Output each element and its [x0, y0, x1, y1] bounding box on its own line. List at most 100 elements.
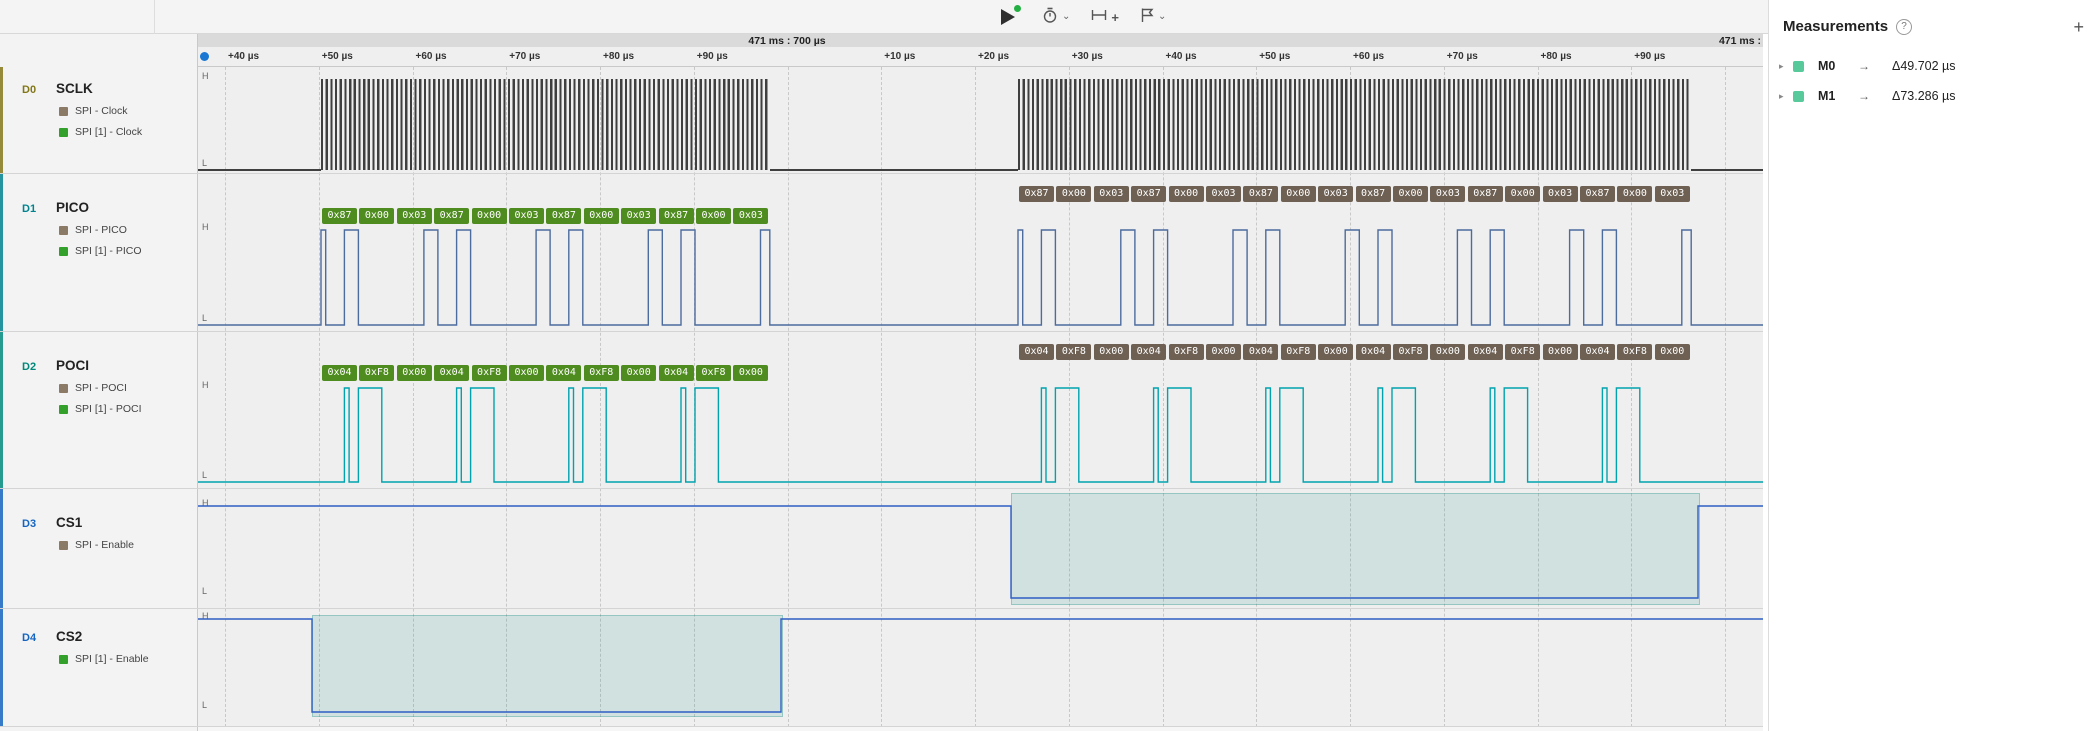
spi-byte-annotation[interactable]: 0x87	[1019, 186, 1054, 202]
spi-byte-annotation[interactable]: 0x00	[696, 208, 731, 224]
spi-byte-annotation[interactable]: 0x03	[733, 208, 768, 224]
idle-low-line	[198, 169, 321, 171]
help-icon[interactable]: ?	[1896, 19, 1912, 35]
analyzer-legend-item[interactable]: SPI - POCI	[59, 382, 198, 394]
analyzer-legend-item[interactable]: SPI [1] - PICO	[59, 245, 198, 257]
spi-byte-annotation[interactable]: 0x87	[1243, 186, 1278, 202]
channel-label-cs1[interactable]: D3CS1SPI - Enable	[0, 489, 198, 609]
analyzer-legend-label: SPI [1] - Enable	[75, 653, 149, 665]
channel-header: D4CS2	[0, 609, 198, 644]
spi-byte-annotation[interactable]: 0x00	[359, 208, 394, 224]
spi-byte-annotation[interactable]: 0x04	[1019, 344, 1054, 360]
analyzer-legend-item[interactable]: SPI - PICO	[59, 224, 198, 236]
channel-label-sclk[interactable]: D0SCLKSPI - ClockSPI [1] - Clock	[0, 67, 198, 174]
timeline-absolute-label-right: 471 ms :	[1719, 35, 1761, 47]
spi-byte-annotation[interactable]: 0x03	[1430, 186, 1465, 202]
spi-byte-annotation[interactable]: 0x03	[1318, 186, 1353, 202]
horizontal-scrollbar-track[interactable]	[198, 727, 1763, 731]
analyzer-legend-item[interactable]: SPI - Enable	[59, 539, 198, 551]
waveform-row-cs1[interactable]: HL	[198, 489, 1763, 609]
capture-settings-control[interactable]: ⌄	[1041, 6, 1070, 29]
spi-byte-annotation[interactable]: 0x03	[1655, 186, 1690, 202]
spi-byte-annotation[interactable]: 0x87	[546, 208, 581, 224]
spi-byte-annotation[interactable]: 0x04	[1356, 344, 1391, 360]
channel-label-cs2[interactable]: D4CS2 SPI [1] - Enable	[0, 609, 198, 727]
spi-byte-annotation[interactable]: 0x87	[1468, 186, 1503, 202]
spi-byte-annotation[interactable]: 0x00	[1169, 186, 1204, 202]
spi-byte-annotation[interactable]: 0x04	[434, 365, 469, 381]
spi-byte-annotation[interactable]: 0x00	[1393, 186, 1428, 202]
spi-byte-annotation[interactable]: 0x00	[509, 365, 544, 381]
spi-byte-annotation[interactable]: 0x87	[1131, 186, 1166, 202]
spi-byte-annotation[interactable]: 0x00	[1281, 186, 1316, 202]
timeline-tick-label: +80 µs	[603, 51, 634, 62]
channel-label-poci[interactable]: D2POCISPI - POCISPI [1] - POCI	[0, 332, 198, 489]
measurement-color-swatch	[1793, 91, 1804, 102]
spi-byte-annotation[interactable]: 0x00	[584, 208, 619, 224]
spi-byte-annotation[interactable]: 0x00	[397, 365, 432, 381]
measurement-row-m0[interactable]: ▸ M0 → Δ49.702 µs	[1769, 51, 2100, 81]
waveform-row-poci[interactable]: HL0x040xF80x000x040xF80x000x040xF80x000x…	[198, 332, 1763, 489]
timeline-ruler[interactable]: 471 ms : 700 µs 471 ms : +40 µs+50 µs+60…	[198, 34, 1763, 67]
spi-byte-annotation[interactable]: 0x00	[1617, 186, 1652, 202]
spi-byte-annotation[interactable]: 0xF8	[472, 365, 507, 381]
spi-byte-annotation[interactable]: 0x87	[322, 208, 357, 224]
spi-byte-annotation[interactable]: 0x03	[1206, 186, 1241, 202]
chevron-down-icon: ⌄	[1158, 12, 1166, 22]
annotation-flag-control[interactable]: ⌄	[1139, 6, 1166, 29]
spi-byte-annotation[interactable]: 0x04	[546, 365, 581, 381]
spi-byte-annotation[interactable]: 0x04	[322, 365, 357, 381]
spi-byte-annotation[interactable]: 0xF8	[1617, 344, 1652, 360]
spi-byte-annotation[interactable]: 0xF8	[1505, 344, 1540, 360]
spi-byte-annotation[interactable]: 0xF8	[1169, 344, 1204, 360]
spi-byte-annotation[interactable]: 0xF8	[359, 365, 394, 381]
spi-byte-annotation[interactable]: 0x00	[1505, 186, 1540, 202]
spi-byte-annotation[interactable]: 0x87	[1580, 186, 1615, 202]
waveform-row-cs2[interactable]: HL	[198, 609, 1763, 727]
spi-byte-annotation[interactable]: 0xF8	[584, 365, 619, 381]
timeline-marker-dot[interactable]	[200, 52, 209, 61]
spi-byte-annotation[interactable]: 0x00	[1430, 344, 1465, 360]
spi-byte-annotation[interactable]: 0x87	[659, 208, 694, 224]
analyzer-legend-item[interactable]: SPI [1] - Clock	[59, 126, 198, 138]
spi-byte-annotation[interactable]: 0x04	[1580, 344, 1615, 360]
spi-byte-annotation[interactable]: 0x87	[1356, 186, 1391, 202]
spi-byte-annotation[interactable]: 0x03	[509, 208, 544, 224]
spi-byte-annotation[interactable]: 0x00	[472, 208, 507, 224]
waveform-row-sclk[interactable]: HL	[198, 67, 1763, 174]
panel-title: Measurements	[1783, 18, 1888, 35]
spi-byte-annotation[interactable]: 0xF8	[1281, 344, 1316, 360]
channel-label-pico[interactable]: D1PICOSPI - PICOSPI [1] - PICO	[0, 174, 198, 332]
spi-byte-annotation[interactable]: 0x00	[1543, 344, 1578, 360]
expand-caret-icon[interactable]: ▸	[1779, 91, 1793, 102]
spi-byte-annotation[interactable]: 0x00	[1056, 186, 1091, 202]
analyzer-legend-item[interactable]: SPI [1] - POCI	[59, 403, 198, 415]
spi-byte-annotation[interactable]: 0x00	[621, 365, 656, 381]
play-capture-button[interactable]	[995, 4, 1021, 30]
spi-byte-annotation[interactable]: 0x03	[1094, 186, 1129, 202]
spi-byte-annotation[interactable]: 0x03	[1543, 186, 1578, 202]
spi-byte-annotation[interactable]: 0x00	[1206, 344, 1241, 360]
measurement-row-m1[interactable]: ▸ M1 → Δ73.286 µs	[1769, 81, 2100, 111]
add-measurement-button[interactable]: +	[2073, 19, 2084, 35]
expand-caret-icon[interactable]: ▸	[1779, 61, 1793, 72]
add-measurement-control[interactable]: +	[1090, 6, 1119, 29]
spi-byte-annotation[interactable]: 0x00	[1655, 344, 1690, 360]
spi-byte-annotation[interactable]: 0x04	[659, 365, 694, 381]
waveform-area[interactable]: 471 ms : 700 µs 471 ms : +40 µs+50 µs+60…	[198, 34, 1763, 731]
spi-byte-annotation[interactable]: 0x00	[1094, 344, 1129, 360]
spi-byte-annotation[interactable]: 0x87	[434, 208, 469, 224]
spi-byte-annotation[interactable]: 0xF8	[1393, 344, 1428, 360]
spi-byte-annotation[interactable]: 0x04	[1131, 344, 1166, 360]
analyzer-legend-item[interactable]: SPI - Clock	[59, 105, 198, 117]
spi-byte-annotation[interactable]: 0x04	[1468, 344, 1503, 360]
spi-byte-annotation[interactable]: 0x00	[733, 365, 768, 381]
spi-byte-annotation[interactable]: 0x03	[621, 208, 656, 224]
spi-byte-annotation[interactable]: 0xF8	[696, 365, 731, 381]
spi-byte-annotation[interactable]: 0x00	[1318, 344, 1353, 360]
waveform-row-pico[interactable]: HL0x870x000x030x870x000x030x870x000x030x…	[198, 174, 1763, 332]
spi-byte-annotation[interactable]: 0x04	[1243, 344, 1278, 360]
spi-byte-annotation[interactable]: 0x03	[397, 208, 432, 224]
analyzer-legend-item[interactable]: SPI [1] - Enable	[59, 653, 198, 665]
spi-byte-annotation[interactable]: 0xF8	[1056, 344, 1091, 360]
